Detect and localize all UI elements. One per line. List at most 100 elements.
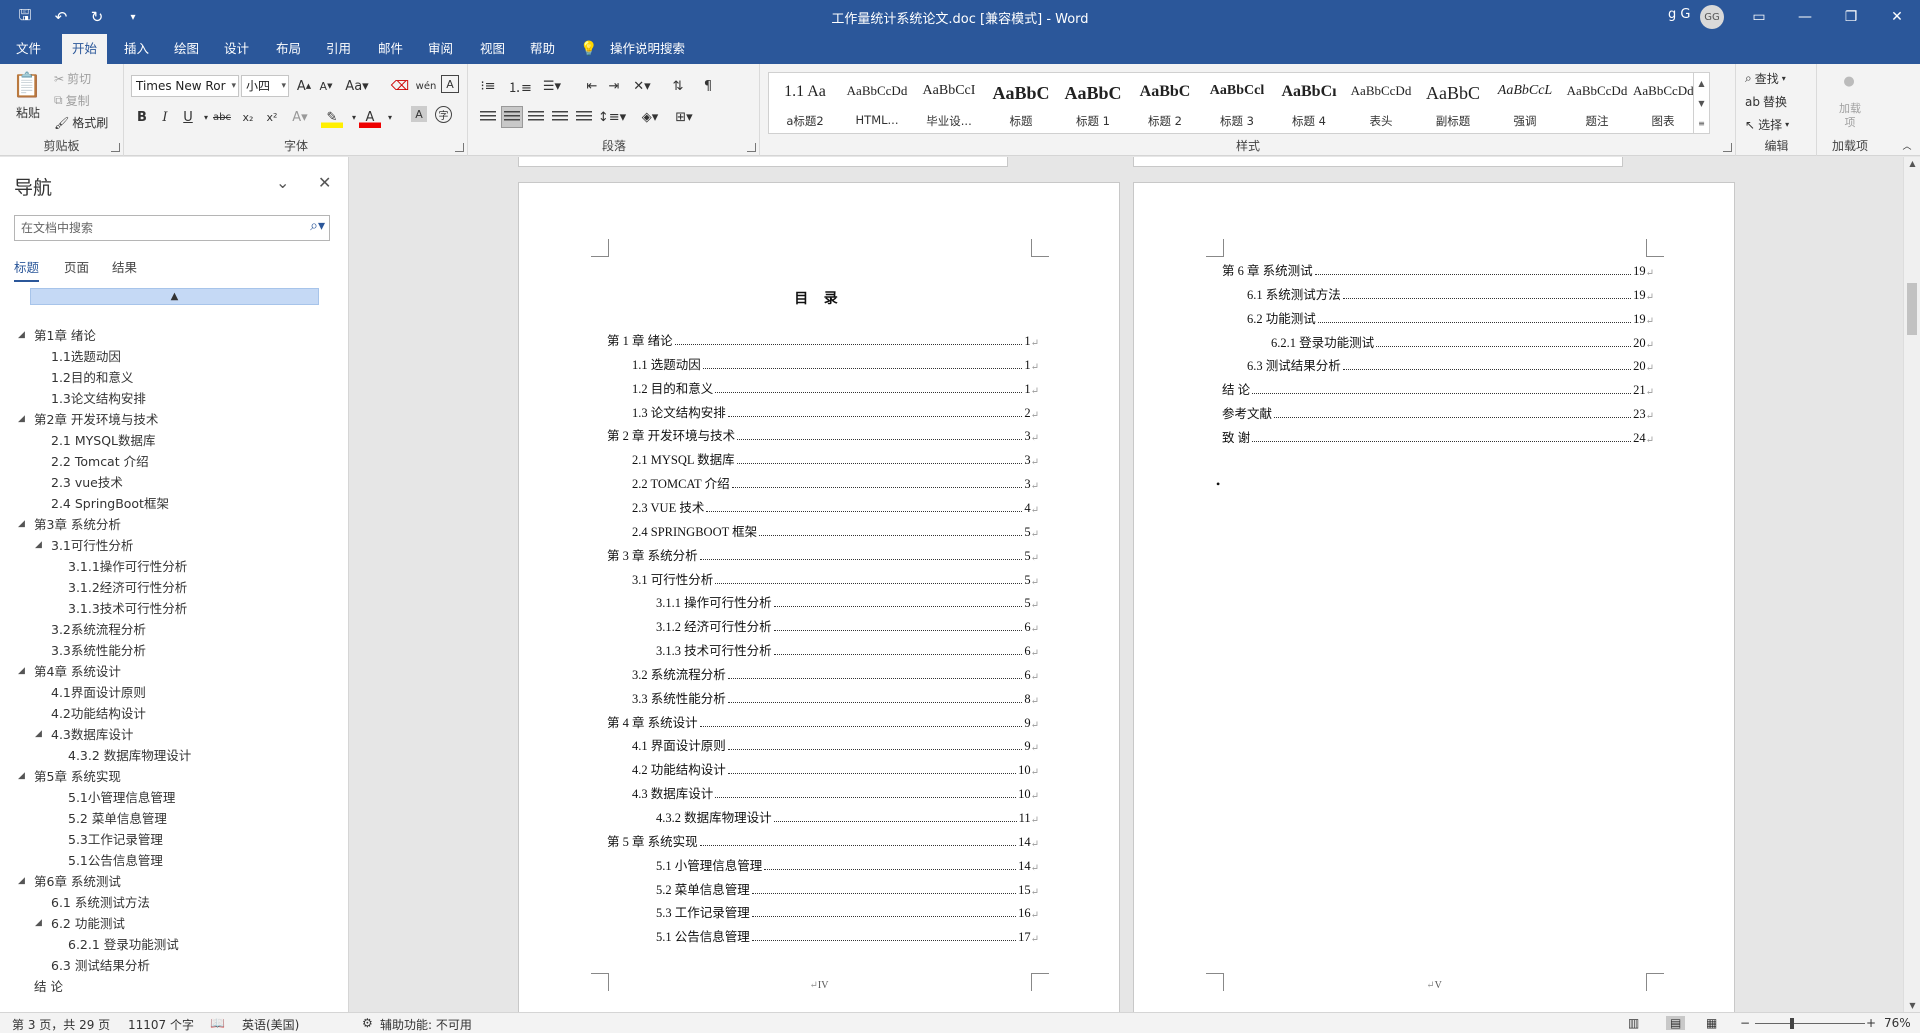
- phonetic-guide-icon[interactable]: wén: [415, 75, 437, 97]
- subscript-icon[interactable]: x₂: [237, 106, 259, 128]
- toc-entry[interactable]: 3.3 系统性能分析 8 ↵: [632, 687, 1039, 707]
- paragraph-launcher-icon[interactable]: [747, 143, 756, 152]
- toc-entry[interactable]: 3.1.1 操作可行性分析 5 ↵: [656, 591, 1039, 611]
- user-name[interactable]: g G: [1668, 7, 1690, 22]
- nav-heading-item[interactable]: 4.3.2 数据库物理设计: [0, 745, 349, 766]
- align-right-icon[interactable]: [525, 106, 547, 128]
- clear-format-icon[interactable]: ⌫: [389, 75, 411, 97]
- justify-icon[interactable]: [549, 106, 571, 128]
- search-icon[interactable]: ⌕▾: [310, 218, 325, 234]
- toc-entry[interactable]: 4.2 功能结构设计 10 ↵: [632, 758, 1039, 778]
- collapse-ribbon-icon[interactable]: ︿: [1896, 134, 1918, 156]
- nav-heading-item[interactable]: 5.3工作记录管理: [0, 829, 349, 850]
- styles-launcher-icon[interactable]: [1723, 143, 1732, 152]
- toc-entry[interactable]: 1.3 论文结构安排 2 ↵: [632, 401, 1039, 421]
- nav-tab-results[interactable]: 结果: [112, 257, 137, 276]
- tab-insert[interactable]: 插入: [114, 34, 159, 64]
- toc-entry[interactable]: 1.1 选题动因 1 ↵: [632, 353, 1039, 373]
- toc-entry[interactable]: 5.1 公告信息管理 17 ↵: [656, 925, 1039, 945]
- toc-entry[interactable]: 4.1 界面设计原则 9 ↵: [632, 734, 1039, 754]
- style-item[interactable]: AaBbCı 标题 4: [1273, 73, 1345, 133]
- nav-heading-item[interactable]: ◢ 第3章 系统分析: [0, 514, 349, 535]
- strikethrough-icon[interactable]: abc: [211, 106, 233, 128]
- multilevel-list-icon[interactable]: ☰▾: [541, 75, 563, 97]
- highlight-icon[interactable]: ✎: [321, 106, 343, 128]
- restore-icon[interactable]: ❐: [1828, 0, 1874, 34]
- proofing-icon[interactable]: 📖: [210, 1016, 225, 1030]
- grow-font-icon[interactable]: A ▲: [293, 75, 315, 97]
- read-mode-icon[interactable]: ▥: [1628, 1016, 1639, 1030]
- tab-review[interactable]: 审阅: [418, 34, 463, 64]
- nav-heading-item[interactable]: ◢ 第2章 开发环境与技术: [0, 409, 349, 430]
- sort-icon[interactable]: ⇅: [667, 75, 689, 97]
- line-spacing-icon[interactable]: ↕≡▾: [598, 106, 626, 128]
- toc-entry[interactable]: 3.1.2 经济可行性分析 6 ↵: [656, 615, 1039, 635]
- nav-heading-item[interactable]: ◢ 4.3数据库设计: [0, 724, 349, 745]
- scroll-up-icon[interactable]: ▲: [1904, 159, 1920, 168]
- toc-entry[interactable]: 3.1 可行性分析 5 ↵: [632, 568, 1039, 588]
- nav-heading-item[interactable]: 2.2 Tomcat 介绍: [0, 451, 349, 472]
- style-item[interactable]: AaBbC 标题: [985, 73, 1057, 133]
- chevron-down-icon[interactable]: ⌄: [276, 173, 289, 192]
- toc-entry[interactable]: 6.1 系统测试方法 19 ↵: [1247, 283, 1654, 303]
- collapse-headings-bar[interactable]: ▲: [30, 288, 319, 305]
- zoom-out-button[interactable]: −: [1740, 1016, 1750, 1030]
- web-layout-icon[interactable]: ▦: [1706, 1016, 1717, 1030]
- find-button[interactable]: ⌕ 查找 ▾: [1745, 70, 1786, 87]
- toc-entry[interactable]: 4.3.2 数据库物理设计 11 ↵: [656, 806, 1039, 826]
- nav-heading-item[interactable]: 5.1小管理信息管理: [0, 787, 349, 808]
- format-painter-button[interactable]: 🖌 格式刷: [54, 114, 108, 131]
- style-item[interactable]: AaBbCcL 强调: [1489, 73, 1561, 133]
- addins-button[interactable]: 加载项: [1836, 102, 1864, 130]
- avatar[interactable]: GG: [1700, 5, 1724, 29]
- zoom-slider-thumb[interactable]: [1790, 1018, 1794, 1029]
- toc-entry[interactable]: 第 5 章 系统实现 14 ↵: [607, 830, 1039, 850]
- expand-arrow-icon[interactable]: ◢: [18, 514, 25, 535]
- nav-heading-item[interactable]: ◢ 6.2 功能测试: [0, 913, 349, 934]
- ribbon-display-icon[interactable]: ▭: [1736, 0, 1782, 34]
- chevron-up-icon[interactable]: ▲: [1698, 79, 1704, 88]
- nav-tab-headings[interactable]: 标题: [14, 257, 40, 282]
- tab-mailings[interactable]: 邮件: [368, 34, 413, 64]
- expand-arrow-icon[interactable]: ◢: [18, 325, 25, 346]
- enclose-char-icon[interactable]: 字: [435, 106, 452, 123]
- font-color-icon[interactable]: A: [359, 106, 381, 128]
- nav-heading-item[interactable]: 2.4 SpringBoot框架: [0, 493, 349, 514]
- page-toc-2[interactable]: • ↵V 第 6 章 系统测试 19 ↵ 6.1 系统测试方法 19 ↵ 6.2 功能测试 1…: [1133, 182, 1735, 1012]
- style-item[interactable]: 1.1 Aa a标题2: [769, 73, 841, 133]
- tab-file[interactable]: 文件: [6, 34, 51, 64]
- expand-arrow-icon[interactable]: ◢: [18, 661, 25, 682]
- distributed-icon[interactable]: [573, 106, 595, 128]
- tab-layout[interactable]: 布局: [266, 34, 311, 64]
- nav-heading-item[interactable]: 3.2系统流程分析: [0, 619, 349, 640]
- nav-heading-item[interactable]: 3.1.2经济可行性分析: [0, 577, 349, 598]
- style-item[interactable]: AaBbCcI 毕业设...: [913, 73, 985, 133]
- expand-arrow-icon[interactable]: ◢: [35, 535, 42, 556]
- cut-button[interactable]: ✂ 剪切: [54, 70, 91, 87]
- scroll-down-icon[interactable]: ▼: [1904, 1001, 1920, 1010]
- expand-arrow-icon[interactable]: ◢: [35, 913, 42, 934]
- nav-heading-item[interactable]: 结 论: [0, 976, 349, 997]
- nav-heading-item[interactable]: 1.1选题动因: [0, 346, 349, 367]
- style-item[interactable]: AaBbCcDd 图表: [1633, 73, 1693, 133]
- minimize-icon[interactable]: —: [1782, 0, 1828, 34]
- nav-heading-item[interactable]: 1.2目的和意义: [0, 367, 349, 388]
- nav-heading-item[interactable]: 6.2.1 登录功能测试: [0, 934, 349, 955]
- copy-button[interactable]: ⧉ 复制: [54, 92, 90, 109]
- toc-entry[interactable]: 第 1 章 绪论 1 ↵: [607, 329, 1039, 349]
- toc-entry[interactable]: 4.3 数据库设计 10 ↵: [632, 782, 1039, 802]
- style-item[interactable]: AaBbC 标题 2: [1129, 73, 1201, 133]
- toc-entry[interactable]: 致 谢 24 ↵: [1222, 426, 1654, 446]
- nav-heading-item[interactable]: 6.1 系统测试方法: [0, 892, 349, 913]
- nav-heading-item[interactable]: ◢ 3.1可行性分析: [0, 535, 349, 556]
- tab-view[interactable]: 视图: [470, 34, 515, 64]
- toc-entry[interactable]: 第 2 章 开发环境与技术 3 ↵: [607, 424, 1039, 444]
- tab-references[interactable]: 引用: [316, 34, 361, 64]
- char-border-icon[interactable]: A: [441, 75, 459, 93]
- undo-icon[interactable]: ↶: [50, 6, 72, 28]
- toc-entry[interactable]: 参考文献 23 ↵: [1222, 402, 1654, 422]
- chevron-down-icon[interactable]: ▾: [379, 106, 401, 128]
- page-toc-1[interactable]: 目 录 ↵IV 第 1 章 绪论 1 ↵ 1.1 选题动因 1 ↵ 1.2 目的和意义 1 ↵ 1…: [518, 182, 1120, 1012]
- increase-indent-icon[interactable]: ⇥: [603, 75, 625, 97]
- tab-home[interactable]: 开始: [62, 34, 108, 64]
